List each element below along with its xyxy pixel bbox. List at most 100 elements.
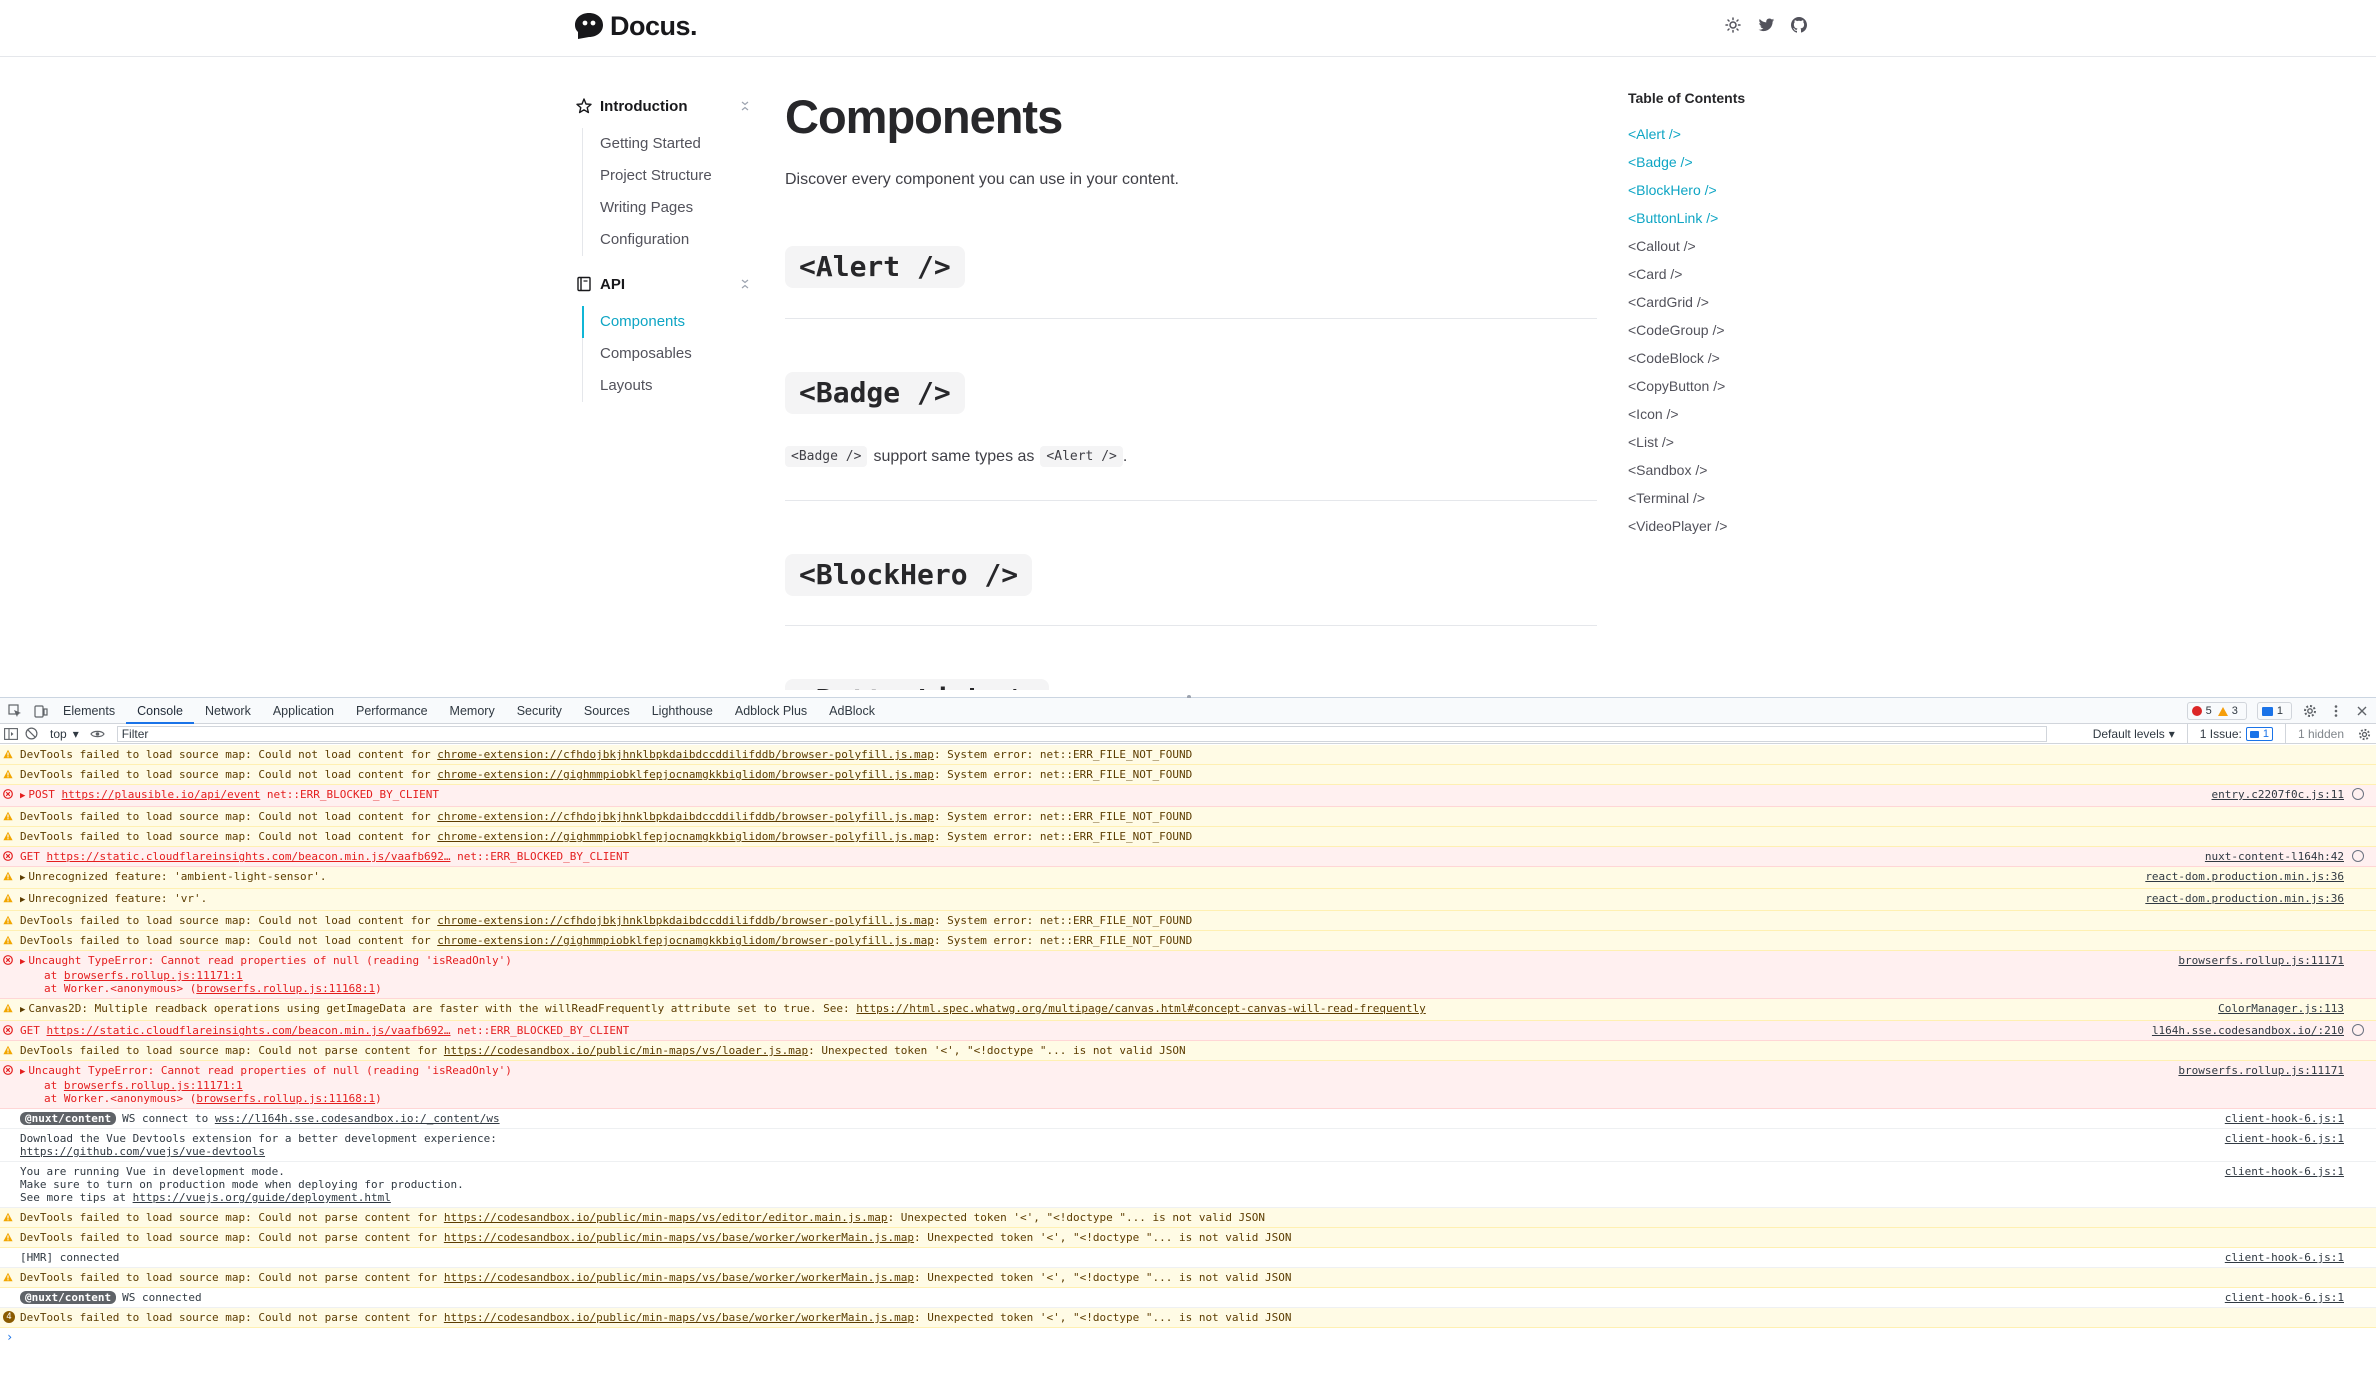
section-heading-badge[interactable]: <Badge /> [785,372,965,414]
devtools-tab[interactable]: Memory [439,698,506,723]
source-link[interactable]: react-dom.production.min.js:36 [2145,892,2344,905]
section-heading-blockhero[interactable]: <BlockHero /> [785,554,1033,596]
section-heading-buttonlink[interactable]: <ButtonLink /> [785,679,1050,690]
nav-item-layouts[interactable]: Layouts [582,370,754,402]
message-link[interactable]: chrome-extension://cfhdojbkjhnklbpkdaibd… [437,810,934,823]
message-link[interactable]: https://github.com/vuejs/vue-devtools [20,1145,265,1158]
devtools-tab[interactable]: Console [126,698,194,724]
nav-item-writing-pages[interactable]: Writing Pages [582,192,754,224]
nav-item-configuration[interactable]: Configuration [582,224,754,256]
message-link[interactable]: https://static.cloudflareinsights.com/be… [47,1024,451,1037]
inspect-element-icon[interactable] [0,698,30,723]
source-link[interactable]: client-hook-6.js:1 [2225,1112,2344,1125]
expand-arrow-icon[interactable]: ▶ [20,872,25,885]
console-filter-input[interactable] [116,725,2047,742]
toc-item[interactable]: <BlockHero /> [1628,176,1828,204]
console-message-error[interactable]: GET https://static.cloudflareinsights.co… [0,1021,2376,1041]
source-link[interactable]: l164h.sse.codesandbox.io/:210 [2152,1024,2344,1037]
message-link[interactable]: https://codesandbox.io/public/min-maps/v… [444,1271,914,1284]
message-link[interactable]: wss://l164h.sse.codesandbox.io:/_content… [215,1112,500,1125]
message-link[interactable]: chrome-extension://gighmmpiobklfepjocnam… [437,934,934,947]
message-link[interactable]: chrome-extension://cfhdojbkjhnklbpkdaibd… [437,914,934,927]
message-link[interactable]: https://html.spec.whatwg.org/multipage/c… [856,1002,1426,1015]
more-options-icon[interactable] [2328,703,2344,719]
network-request-icon[interactable] [2352,1024,2364,1036]
source-link[interactable]: nuxt-content-l164h:42 [2205,850,2344,863]
message-link[interactable]: chrome-extension://gighmmpiobklfepjocnam… [437,830,934,843]
console-message-info[interactable]: @nuxt/content WS connected client-hook-6.j… [0,1288,2376,1308]
console-message-warn[interactable]: DevTools failed to load source map: Coul… [0,1268,2376,1288]
source-link[interactable]: client-hook-6.js:1 [2225,1165,2344,1178]
sidebar-toggle-icon[interactable] [2,725,20,743]
console-counts-badge[interactable]: 5 3 [2186,702,2247,720]
twitter-icon[interactable] [1757,16,1775,34]
message-link[interactable]: https://codesandbox.io/public/min-maps/v… [444,1231,914,1244]
stack-link[interactable]: browserfs.rollup.js:11168:1 [196,1092,375,1105]
stack-link[interactable]: browserfs.rollup.js:11171:1 [64,1079,243,1092]
expand-arrow-icon[interactable]: ▶ [20,790,25,803]
console-message-warn[interactable]: DevTools failed to load source map: Coul… [0,911,2376,931]
message-link[interactable]: https://vuejs.org/guide/deployment.html [133,1191,391,1204]
toc-item[interactable]: <Badge /> [1628,148,1828,176]
devtools-tab[interactable]: Adblock Plus [724,698,818,723]
console-message-warn[interactable]: 4 DevTools failed to load source map: Cou… [0,1308,2376,1328]
toc-item[interactable]: <Card /> [1628,260,1828,288]
close-devtools-icon[interactable] [2354,703,2370,719]
console-message-warn[interactable]: DevTools failed to load source map: Coul… [0,827,2376,847]
toc-item[interactable]: <VideoPlayer /> [1628,512,1828,540]
context-selector[interactable]: top ▾ [50,727,79,741]
console-message-warn[interactable]: DevTools failed to load source map: Coul… [0,1041,2376,1061]
console-message-warn[interactable]: ▶ Unrecognized feature: 'vr'. react-dom.pr… [0,889,2376,911]
collapse-icon[interactable] [738,99,752,113]
clear-console-icon[interactable] [22,725,40,743]
nav-group-api[interactable]: API [574,270,754,298]
console-message-warn[interactable]: ▶ Canvas2D: Multiple readback operations … [0,999,2376,1021]
stack-link[interactable]: browserfs.rollup.js:11171:1 [64,969,243,982]
console-message-info[interactable]: You are running Vue in development mode.… [0,1162,2376,1208]
source-link[interactable]: client-hook-6.js:1 [2225,1251,2344,1264]
stack-link[interactable]: browserfs.rollup.js:11168:1 [196,982,375,995]
collapse-icon[interactable] [738,277,752,291]
source-link[interactable]: client-hook-6.js:1 [2225,1132,2344,1145]
source-link[interactable]: browserfs.rollup.js:11171 [2178,954,2344,967]
toc-item[interactable]: <CopyButton /> [1628,372,1828,400]
nav-item-project-structure[interactable]: Project Structure [582,160,754,192]
log-levels-dropdown[interactable]: Default levels ▾ [2085,724,2188,744]
console-message-error[interactable]: ▶ Uncaught TypeError: Cannot read propert… [0,951,2376,999]
network-request-icon[interactable] [2352,788,2364,800]
expand-arrow-icon[interactable]: ▶ [20,1066,25,1079]
source-link[interactable]: entry.c2207f0c.js:11 [2212,788,2344,801]
live-expression-eye-icon[interactable] [89,725,107,743]
devtools-tab[interactable]: Elements [52,698,126,723]
message-link[interactable]: https://static.cloudflareinsights.com/be… [47,850,451,863]
console-message-info[interactable]: Download the Vue Devtools extension for … [0,1129,2376,1162]
toc-item[interactable]: <Sandbox /> [1628,456,1828,484]
nav-item-composables[interactable]: Composables [582,338,754,370]
source-link[interactable]: ColorManager.js:113 [2218,1002,2344,1015]
source-link[interactable]: client-hook-6.js:1 [2225,1291,2344,1304]
devtools-tab[interactable]: Performance [345,698,439,723]
console-message-info[interactable]: @nuxt/content WS connect to wss://l164h.s… [0,1109,2376,1129]
console-message-warn[interactable]: ▶ Unrecognized feature: 'ambient-light-se… [0,867,2376,889]
toc-item[interactable]: <Alert /> [1628,120,1828,148]
console-message-error[interactable]: GET https://static.cloudflareinsights.co… [0,847,2376,867]
nav-item-components[interactable]: Components [582,306,754,338]
message-link[interactable]: https://codesandbox.io/public/min-maps/v… [444,1211,888,1224]
expand-arrow-icon[interactable]: ▶ [20,894,25,907]
console-message-warn[interactable]: DevTools failed to load source map: Coul… [0,765,2376,785]
sun-icon[interactable] [1724,16,1742,34]
issues-button[interactable]: 1 Issue: 1 [2188,724,2286,744]
source-link[interactable]: browserfs.rollup.js:11171 [2178,1064,2344,1077]
toc-item[interactable]: <ButtonLink /> [1628,204,1828,232]
devtools-tab[interactable]: Network [194,698,262,723]
logo[interactable]: Docus. [574,10,698,42]
nav-item-getting-started[interactable]: Getting Started [582,128,754,160]
nav-group-introduction[interactable]: Introduction [574,92,754,120]
devtools-tab[interactable]: Security [506,698,573,723]
toc-item[interactable]: <Terminal /> [1628,484,1828,512]
settings-gear-icon[interactable] [2302,703,2318,719]
messages-badge[interactable]: 1 [2256,702,2292,720]
devtools-tab[interactable]: AdBlock [818,698,886,723]
source-link[interactable]: react-dom.production.min.js:36 [2145,870,2344,883]
console-message-warn[interactable]: DevTools failed to load source map: Coul… [0,807,2376,827]
